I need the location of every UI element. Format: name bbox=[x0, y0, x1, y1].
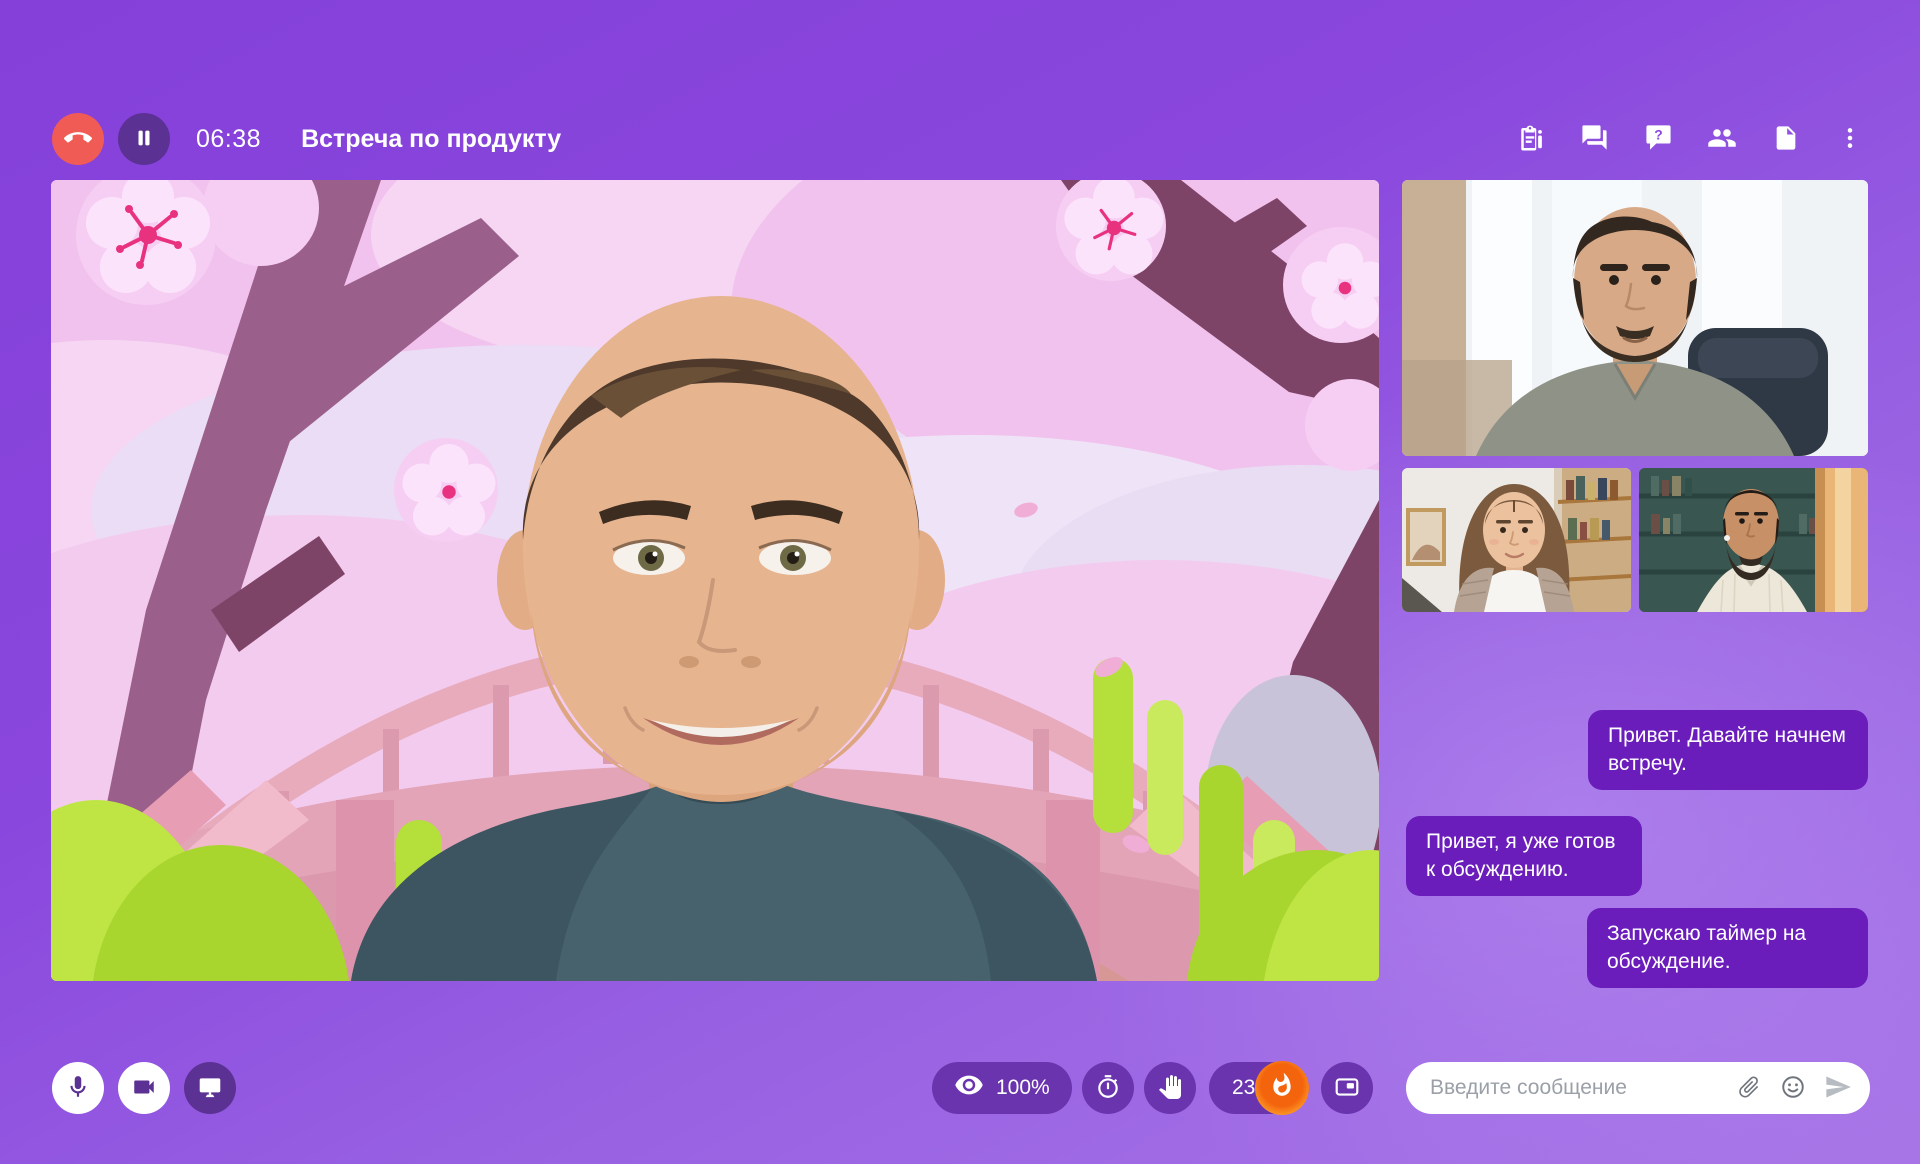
clipboard-pencil-icon bbox=[1515, 123, 1545, 156]
attention-indicator[interactable]: 100% bbox=[932, 1062, 1072, 1114]
participant-2-scene bbox=[1402, 468, 1631, 612]
topbar-actions: ? bbox=[1515, 124, 1865, 154]
emoji-button[interactable] bbox=[1780, 1074, 1806, 1103]
message-input-bar bbox=[1406, 1062, 1870, 1114]
smiley-icon bbox=[1780, 1074, 1806, 1103]
topbar: 06:38 Встреча по продукту ? bbox=[52, 113, 1865, 165]
document-icon bbox=[1772, 124, 1800, 155]
pause-button[interactable] bbox=[118, 113, 170, 165]
participant-video-2[interactable] bbox=[1402, 468, 1631, 612]
participant-video-3[interactable] bbox=[1639, 468, 1868, 612]
screen-share-icon bbox=[197, 1074, 223, 1103]
send-button[interactable] bbox=[1824, 1073, 1852, 1104]
fire-reaction-button[interactable] bbox=[1255, 1061, 1309, 1115]
chat-button[interactable] bbox=[1579, 124, 1609, 154]
picture-in-picture-icon bbox=[1334, 1074, 1360, 1103]
chat-panel: Привет. Давайте начнем встречу. Привет, … bbox=[1402, 710, 1868, 988]
documents-button[interactable] bbox=[1771, 124, 1801, 154]
paperclip-icon bbox=[1736, 1074, 1762, 1103]
chat-message: Привет, я уже готов к обсуждению. bbox=[1406, 816, 1642, 896]
reactions-count: 23 bbox=[1232, 1062, 1255, 1114]
stopwatch-icon bbox=[1095, 1074, 1121, 1103]
microphone-icon bbox=[65, 1074, 91, 1103]
raise-hand-button[interactable] bbox=[1144, 1062, 1196, 1114]
participant-1-scene bbox=[1402, 180, 1868, 456]
self-video-tile[interactable] bbox=[51, 180, 1379, 981]
question-bubble-icon: ? bbox=[1644, 123, 1673, 155]
participant-3-scene bbox=[1639, 468, 1868, 612]
timer-button[interactable] bbox=[1082, 1062, 1134, 1114]
reactions-pill[interactable]: 23 bbox=[1209, 1062, 1309, 1114]
microphone-button[interactable] bbox=[52, 1062, 104, 1114]
attach-file-button[interactable] bbox=[1736, 1074, 1762, 1103]
camera-icon bbox=[131, 1074, 157, 1103]
eye-icon bbox=[954, 1070, 984, 1106]
people-icon bbox=[1707, 123, 1737, 156]
participants-button[interactable] bbox=[1707, 124, 1737, 154]
message-input[interactable] bbox=[1430, 1076, 1728, 1100]
participant-video-1[interactable] bbox=[1402, 180, 1868, 456]
more-button[interactable] bbox=[1835, 124, 1865, 154]
attention-percent: 100% bbox=[996, 1076, 1050, 1100]
layout-button[interactable] bbox=[1321, 1062, 1373, 1114]
chat-message: Привет. Давайте начнем встречу. bbox=[1588, 710, 1868, 790]
call-timer: 06:38 bbox=[196, 125, 261, 154]
svg-text:?: ? bbox=[1654, 126, 1662, 142]
pause-icon bbox=[133, 127, 155, 152]
chat-message: Запускаю таймер на обсуждение. bbox=[1587, 908, 1868, 988]
camera-button[interactable] bbox=[118, 1062, 170, 1114]
hangup-button[interactable] bbox=[52, 113, 104, 165]
send-icon bbox=[1824, 1073, 1852, 1104]
input-icons bbox=[1736, 1073, 1852, 1104]
virtual-background-scene bbox=[51, 180, 1379, 981]
meeting-title: Встреча по продукту bbox=[301, 125, 561, 154]
kebab-menu-icon bbox=[1837, 125, 1863, 154]
questions-button[interactable]: ? bbox=[1643, 124, 1673, 154]
hand-icon bbox=[1158, 1075, 1182, 1102]
hangup-phone-icon bbox=[64, 124, 92, 155]
screen-share-button[interactable] bbox=[184, 1062, 236, 1114]
chat-bubbles-icon bbox=[1580, 123, 1609, 155]
flame-icon bbox=[1269, 1072, 1295, 1104]
notes-button[interactable] bbox=[1515, 124, 1545, 154]
